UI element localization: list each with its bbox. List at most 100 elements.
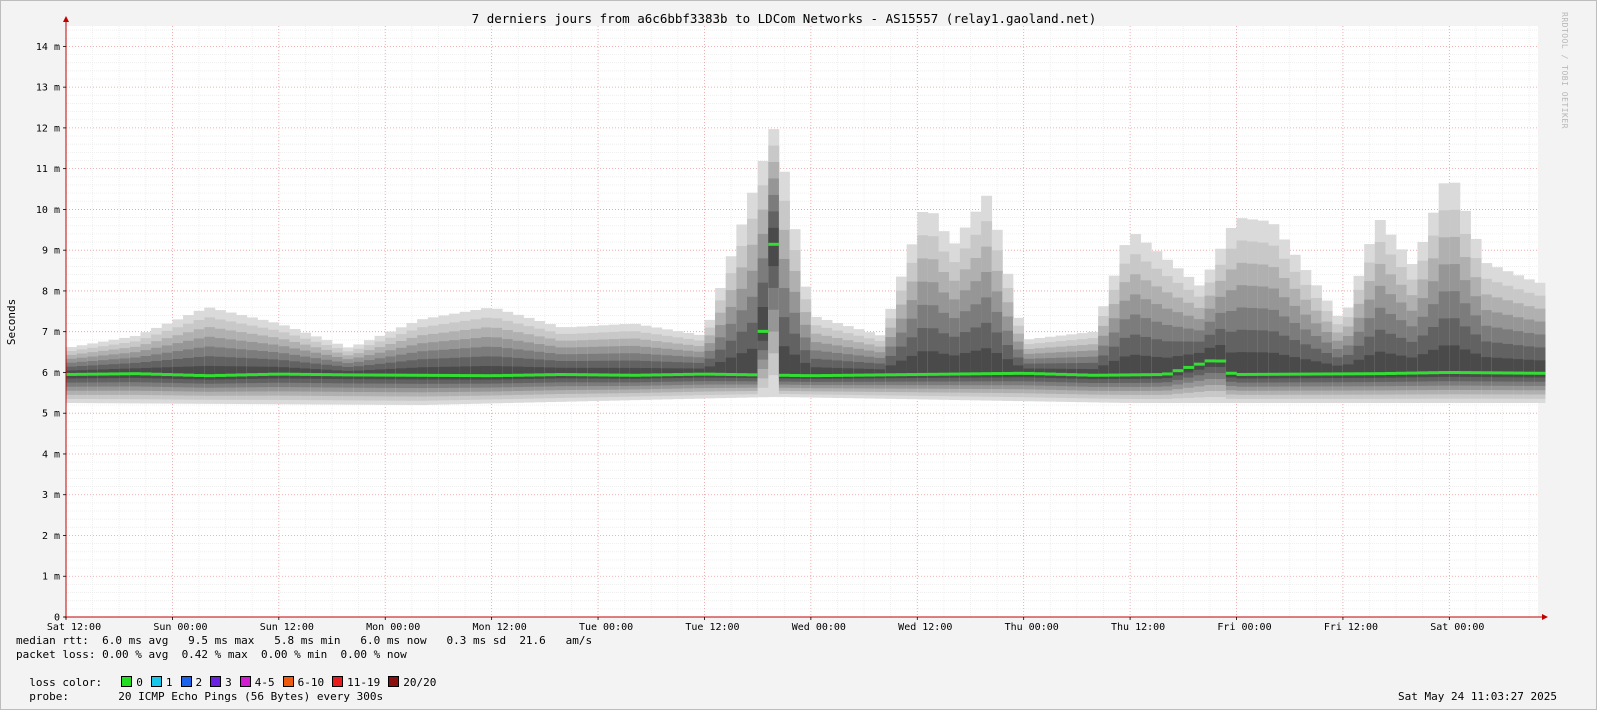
- median-segment: [1406, 371, 1418, 375]
- smoke-column: [1162, 259, 1173, 404]
- smoke-column: [523, 317, 535, 403]
- smoke-column: [1310, 285, 1322, 404]
- smoke-column: [1332, 315, 1344, 404]
- median-segment: [1055, 372, 1067, 376]
- x-tick-label: Fri 12:00: [1324, 622, 1378, 633]
- smoke-column: [534, 320, 546, 403]
- smoke-column: [172, 319, 184, 404]
- smoke-band: [842, 368, 854, 379]
- median-segment: [119, 372, 131, 376]
- smoke-column: [1491, 267, 1503, 404]
- median-segment: [906, 373, 918, 377]
- median-segment: [789, 373, 801, 377]
- smoke-column: [1289, 254, 1301, 404]
- median-segment: [1268, 372, 1280, 376]
- smoke-band: [885, 365, 897, 379]
- smoke-column: [1481, 263, 1493, 404]
- median-segment: [97, 372, 109, 376]
- median-segment: [1513, 371, 1525, 375]
- median-segment: [300, 372, 312, 376]
- chart-title: 7 derniers jours from a6c6bbf3383b to LD…: [472, 11, 1097, 26]
- smoke-column: [236, 314, 248, 405]
- y-tick-label: 10 m: [36, 205, 60, 216]
- x-tick-label: Sun 12:00: [260, 622, 314, 633]
- median-segment: [1502, 371, 1514, 375]
- smoke-band: [640, 368, 652, 379]
- smoke-column: [619, 324, 631, 401]
- median-segment: [480, 374, 492, 378]
- smoke-band: [470, 366, 482, 380]
- loss-color-legend: loss color: 0 1 2 3 4-5 6-10 11-19 20/20: [16, 662, 444, 689]
- median-segment: [1119, 373, 1131, 377]
- smoke-band: [1193, 352, 1205, 370]
- median-segment: [1300, 372, 1312, 376]
- median-segment: [1481, 371, 1493, 375]
- median-segment: [1459, 371, 1471, 375]
- median-segment: [598, 373, 609, 377]
- smoke-column: [810, 316, 822, 398]
- smoke-column: [1470, 238, 1482, 404]
- median-segment: [768, 242, 780, 246]
- median-segment: [736, 373, 748, 377]
- median-segment: [278, 372, 290, 376]
- smoke-column: [246, 317, 258, 405]
- smoke-band: [1013, 365, 1024, 378]
- smoke-band: [629, 367, 641, 379]
- median-segment: [1225, 371, 1237, 375]
- y-tick-label: 12 m: [36, 123, 60, 134]
- smoke-column: [1459, 210, 1471, 404]
- y-tick-label: 8 m: [42, 286, 60, 297]
- median-segment: [1342, 372, 1354, 376]
- smoke-column: [1023, 339, 1035, 402]
- smoke-column: [1140, 242, 1152, 404]
- median-segment: [1523, 371, 1535, 375]
- y-tick-label: 3 m: [42, 490, 60, 501]
- smoke-band: [598, 367, 609, 379]
- median-segment: [1162, 372, 1173, 376]
- smoke-column: [1076, 333, 1088, 403]
- smoke-band: [768, 227, 780, 267]
- smoke-column: [704, 319, 716, 399]
- median-segment: [225, 373, 237, 377]
- smoke-band: [449, 366, 461, 380]
- smoke-band: [1172, 356, 1184, 376]
- smoke-band: [576, 367, 588, 379]
- median-segment: [1013, 371, 1024, 375]
- smoke-column: [1428, 212, 1439, 404]
- y-tick-label: 7 m: [42, 327, 60, 338]
- smoke-column: [747, 192, 758, 398]
- median-segment: [449, 373, 461, 377]
- smoke-column: [97, 341, 109, 404]
- median-segment: [502, 373, 514, 377]
- median-segment: [332, 373, 343, 377]
- smoke-band: [246, 366, 258, 379]
- median-segment: [1002, 371, 1014, 375]
- median-segment: [917, 372, 929, 376]
- median-segment: [183, 373, 194, 377]
- y-tick-label: 13 m: [36, 83, 60, 94]
- x-tick-label: Tue 12:00: [685, 622, 739, 633]
- smoke-column: [1406, 264, 1418, 404]
- median-segment: [1130, 373, 1142, 377]
- smoke-band: [1098, 365, 1110, 380]
- median-segment: [214, 373, 226, 377]
- median-segment: [204, 374, 216, 378]
- smoke-column: [608, 324, 620, 401]
- smoke-band: [1523, 359, 1535, 378]
- smoke-column: [651, 327, 663, 400]
- smoke-column: [949, 243, 961, 400]
- median-segment: [374, 373, 386, 377]
- smoke-column: [566, 327, 578, 402]
- smoke-column: [459, 311, 471, 405]
- median-segment: [1279, 372, 1291, 376]
- median-segment: [108, 372, 120, 376]
- median-segment: [885, 373, 897, 377]
- smoke-column: [800, 286, 812, 398]
- smoke-column: [1385, 234, 1397, 404]
- smoke-column: [1204, 269, 1216, 404]
- smoke-column: [1108, 275, 1120, 403]
- y-tick-label: 5 m: [42, 409, 60, 420]
- median-segment: [1034, 372, 1046, 376]
- smoke-band: [587, 367, 599, 379]
- median-segment: [512, 373, 524, 377]
